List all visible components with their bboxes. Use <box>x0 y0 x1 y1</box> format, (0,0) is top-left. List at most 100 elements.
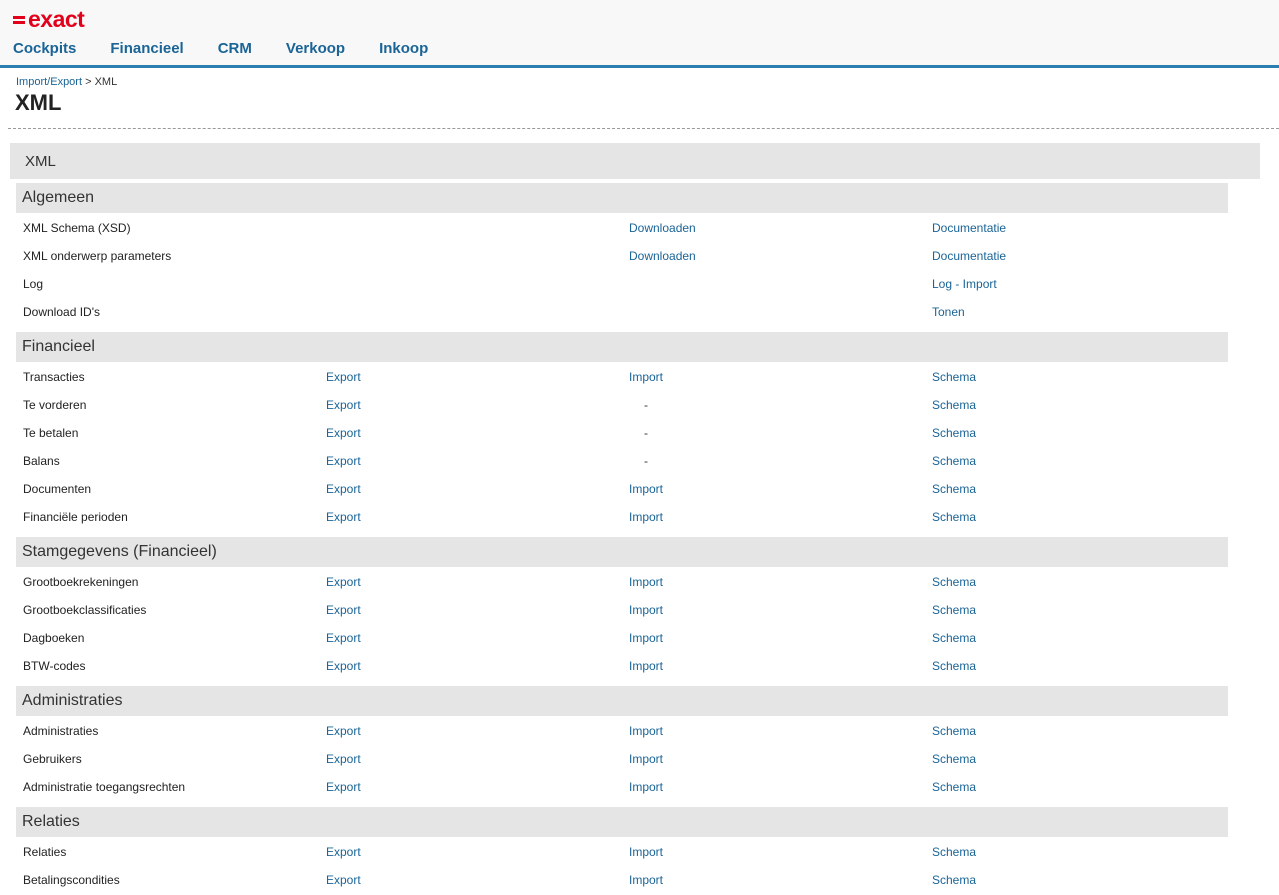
schema-link[interactable]: Schema <box>932 482 976 496</box>
schema-link[interactable]: Schema <box>932 780 976 794</box>
schema-link[interactable]: Schema <box>932 845 976 859</box>
schema-link[interactable]: Schema <box>932 603 976 617</box>
title-divider <box>8 128 1279 129</box>
section-header-relaties: Relaties <box>16 807 1228 837</box>
schema-link[interactable]: Schema <box>932 370 976 384</box>
export-link[interactable]: Export <box>326 873 361 887</box>
schema-link[interactable]: Schema <box>932 575 976 589</box>
table-row: Te vorderen Export - Schema <box>16 390 1228 418</box>
page-title: XML <box>15 90 62 115</box>
table-row: Te betalen Export - Schema <box>16 418 1228 446</box>
import-link[interactable]: Import <box>629 603 663 617</box>
schema-link[interactable]: Schema <box>932 724 976 738</box>
table-row: Log Log - Import <box>16 269 1228 297</box>
download-link[interactable]: Downloaden <box>629 221 696 235</box>
show-link[interactable]: Tonen <box>932 305 965 319</box>
log-import-link[interactable]: Log - Import <box>932 277 997 291</box>
main-nav: Cockpits Financieel CRM Verkoop Inkoop <box>13 40 462 58</box>
documentation-link[interactable]: Documentatie <box>932 249 1006 263</box>
row-label: Te vorderen <box>23 398 87 412</box>
schema-link[interactable]: Schema <box>932 631 976 645</box>
export-link[interactable]: Export <box>326 370 361 384</box>
export-link[interactable]: Export <box>326 724 361 738</box>
export-link[interactable]: Export <box>326 659 361 673</box>
schema-link[interactable]: Schema <box>932 454 976 468</box>
import-link[interactable]: Import <box>629 845 663 859</box>
table-row: Administraties Export Import Schema <box>16 716 1228 744</box>
import-link[interactable]: Import <box>629 482 663 496</box>
nav-financieel[interactable]: Financieel <box>110 40 183 58</box>
export-link[interactable]: Export <box>326 780 361 794</box>
export-link[interactable]: Export <box>326 752 361 766</box>
breadcrumb-current: XML <box>94 76 118 88</box>
equals-logo-icon <box>13 14 25 25</box>
import-link[interactable]: Import <box>629 780 663 794</box>
logo-text: exact <box>28 6 85 32</box>
row-label: Grootboekclassificaties <box>23 603 147 617</box>
row-label: Dagboeken <box>23 631 85 645</box>
import-link[interactable]: Import <box>629 752 663 766</box>
no-import-dash: - <box>644 398 648 412</box>
row-label: Transacties <box>23 370 85 384</box>
export-link[interactable]: Export <box>326 845 361 859</box>
schema-link[interactable]: Schema <box>932 752 976 766</box>
row-label: Betalingscondities <box>23 873 120 887</box>
import-link[interactable]: Import <box>629 370 663 384</box>
nav-cockpits[interactable]: Cockpits <box>13 40 76 58</box>
row-label: Documenten <box>23 482 92 496</box>
panel-title: XML <box>25 153 56 170</box>
export-link[interactable]: Export <box>326 454 361 468</box>
xml-content: Algemeen XML Schema (XSD) Downloaden Doc… <box>16 183 1228 893</box>
table-row: Gebruikers Export Import Schema <box>16 744 1228 772</box>
import-link[interactable]: Import <box>629 873 663 887</box>
row-label: XML Schema (XSD) <box>23 221 131 235</box>
row-label: XML onderwerp parameters <box>23 249 172 263</box>
table-row: Dagboeken Export Import Schema <box>16 623 1228 651</box>
section-header-administraties: Administraties <box>16 686 1228 716</box>
table-row: Betalingscondities Export Import Schema <box>16 865 1228 893</box>
download-link[interactable]: Downloaden <box>629 249 696 263</box>
schema-link[interactable]: Schema <box>932 398 976 412</box>
nav-verkoop[interactable]: Verkoop <box>286 40 345 58</box>
export-link[interactable]: Export <box>326 575 361 589</box>
row-label: Financiële perioden <box>23 510 128 524</box>
panel-header: XML <box>10 143 1260 179</box>
nav-crm[interactable]: CRM <box>218 40 252 58</box>
documentation-link[interactable]: Documentatie <box>932 221 1006 235</box>
export-link[interactable]: Export <box>326 603 361 617</box>
section-header-financieel: Financieel <box>16 332 1228 362</box>
table-row: Grootboekclassificaties Export Import Sc… <box>16 595 1228 623</box>
table-row: Download ID's Tonen <box>16 297 1228 325</box>
row-label: Gebruikers <box>23 752 82 766</box>
export-link[interactable]: Export <box>326 398 361 412</box>
top-bar: exact Cockpits Financieel CRM Verkoop In… <box>0 0 1279 68</box>
import-link[interactable]: Import <box>629 575 663 589</box>
import-link[interactable]: Import <box>629 631 663 645</box>
import-link[interactable]: Import <box>629 659 663 673</box>
import-link[interactable]: Import <box>629 510 663 524</box>
row-label: Te betalen <box>23 426 79 440</box>
export-link[interactable]: Export <box>326 631 361 645</box>
exact-logo[interactable]: exact <box>13 6 85 32</box>
row-label: Balans <box>23 454 60 468</box>
breadcrumb-separator: > <box>82 76 95 88</box>
breadcrumb: Import/Export > XML <box>16 76 117 88</box>
row-label: Relaties <box>23 845 67 859</box>
breadcrumb-import-export[interactable]: Import/Export <box>16 76 82 88</box>
schema-link[interactable]: Schema <box>932 873 976 887</box>
row-label: Log <box>23 277 44 291</box>
row-label: Administraties <box>23 724 99 738</box>
export-link[interactable]: Export <box>326 510 361 524</box>
table-row: BTW-codes Export Import Schema <box>16 651 1228 679</box>
row-label: Grootboekrekeningen <box>23 575 139 589</box>
row-label: Administratie toegangsrechten <box>23 780 186 794</box>
table-row: XML Schema (XSD) Downloaden Documentatie <box>16 213 1228 241</box>
schema-link[interactable]: Schema <box>932 510 976 524</box>
schema-link[interactable]: Schema <box>932 659 976 673</box>
export-link[interactable]: Export <box>326 426 361 440</box>
import-link[interactable]: Import <box>629 724 663 738</box>
nav-inkoop[interactable]: Inkoop <box>379 40 428 58</box>
export-link[interactable]: Export <box>326 482 361 496</box>
schema-link[interactable]: Schema <box>932 426 976 440</box>
row-label: Download ID's <box>23 305 100 319</box>
